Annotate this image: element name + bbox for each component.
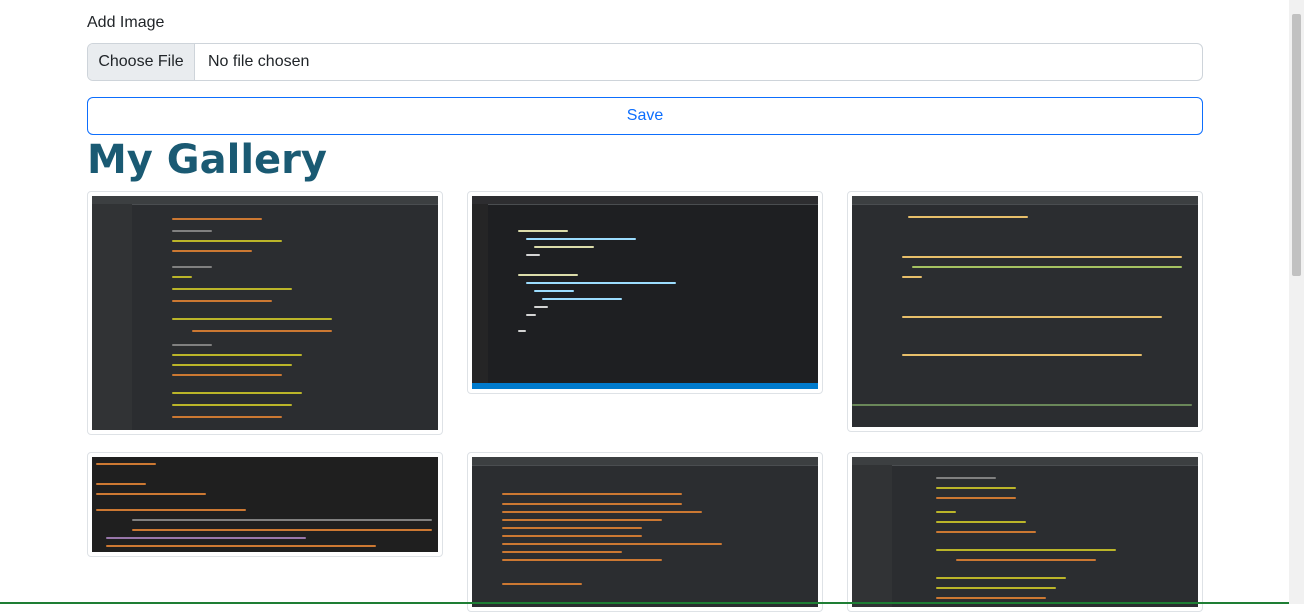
scrollbar-thumb[interactable]: [1292, 14, 1301, 276]
gallery-image: [92, 457, 438, 552]
gallery-card[interactable]: [87, 452, 443, 557]
gallery-image: [852, 196, 1198, 427]
gallery-image: [472, 457, 818, 607]
gallery-card[interactable]: [847, 452, 1203, 612]
gallery-image: [472, 196, 818, 389]
page-scrollbar[interactable]: [1289, 0, 1304, 604]
choose-file-button[interactable]: Choose File: [88, 44, 195, 80]
gallery-card[interactable]: [467, 452, 823, 612]
save-button[interactable]: Save: [87, 97, 1203, 135]
gallery-image: [852, 457, 1198, 607]
gallery-card[interactable]: [847, 191, 1203, 432]
gallery-title: My Gallery: [87, 137, 327, 183]
add-image-label: Add Image: [87, 14, 165, 31]
file-status-text: No file chosen: [208, 53, 310, 70]
gallery-card[interactable]: [467, 191, 823, 394]
gallery-card[interactable]: [87, 191, 443, 435]
file-input[interactable]: Choose File No file chosen: [87, 43, 1203, 81]
gallery-image: [92, 196, 438, 430]
